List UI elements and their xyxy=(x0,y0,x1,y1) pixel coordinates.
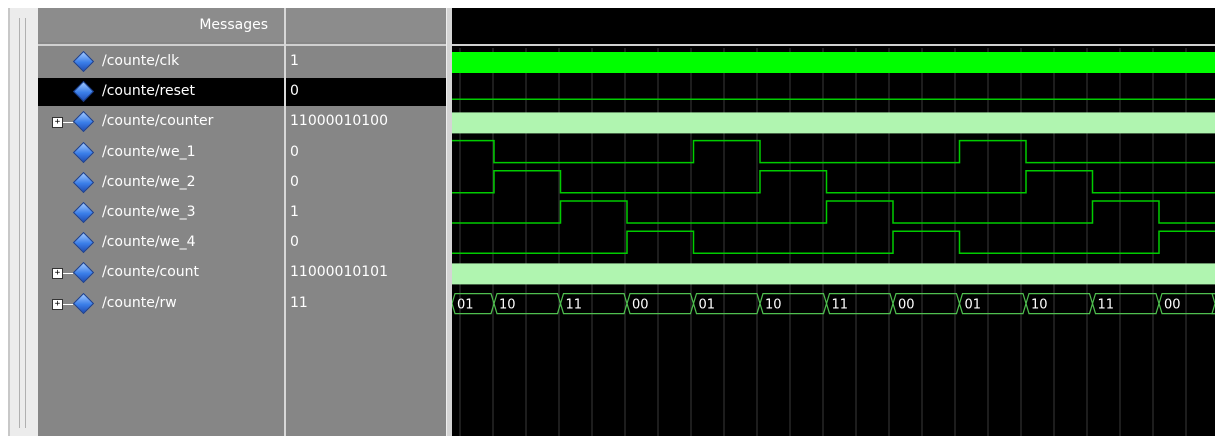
we4-wave xyxy=(452,230,1215,254)
drag-handle[interactable] xyxy=(19,18,26,428)
signal-row[interactable]: + /counte/counter xyxy=(38,108,284,136)
signal-values-pane: 1 0 11000010100 0 0 1 0 11000010101 11 xyxy=(284,8,448,436)
signal-row[interactable]: + /counte/rw xyxy=(38,290,284,318)
rw-bus-label: 11 xyxy=(1098,298,1115,313)
signal-diamond-icon xyxy=(72,81,95,103)
rw-bus-label: 10 xyxy=(499,298,516,313)
signal-row[interactable]: /counte/clk xyxy=(38,48,284,76)
rw-bus-label: 10 xyxy=(765,298,782,313)
rw-bus-label: 01 xyxy=(699,298,716,313)
rw-bus-label: 01 xyxy=(965,298,982,313)
we1-wave xyxy=(452,139,1215,164)
rw-bus-label: 00 xyxy=(1164,298,1181,313)
we3-wave xyxy=(452,200,1215,224)
clk-wave xyxy=(452,52,1215,73)
signal-names-pane: Messages /counte/clk/counte/reset + /count… xyxy=(38,8,284,436)
expand-icon[interactable]: + xyxy=(52,298,63,310)
counter-bus-wave xyxy=(452,112,1215,134)
we2-wave xyxy=(452,170,1215,194)
header-separator xyxy=(38,44,284,46)
signal-value-row[interactable]: 1 xyxy=(286,199,448,227)
signal-value-row[interactable]: 11000010100 xyxy=(286,108,448,136)
signal-value-row[interactable]: 11 xyxy=(286,290,448,318)
signal-diamond-icon xyxy=(72,141,95,163)
signal-value-row[interactable]: 1 xyxy=(286,48,448,76)
signal-name: /counte/we_3 xyxy=(102,204,196,220)
signal-value: 1 xyxy=(290,53,299,69)
signal-value: 0 xyxy=(290,143,299,160)
messages-header[interactable]: Messages xyxy=(38,8,284,42)
wave-header-band xyxy=(452,8,1215,44)
signal-value-row[interactable]: 11000010101 xyxy=(286,259,448,287)
rw-bus-label: 00 xyxy=(898,298,915,313)
waveform-pane[interactable]: 01 10 11 00 01 10 11 00 01 10 11 00 xyxy=(452,8,1215,436)
signal-name: /counte/clk xyxy=(102,53,180,69)
signal-name: /counte/rw xyxy=(102,294,177,311)
expand-icon[interactable]: + xyxy=(52,268,63,280)
signal-diamond-icon xyxy=(72,232,95,254)
rw-bus-label: 00 xyxy=(632,298,649,313)
signal-diamond-icon xyxy=(72,292,95,314)
values-header xyxy=(286,8,448,42)
signal-diamond-icon xyxy=(72,50,95,73)
signal-diamond-icon xyxy=(72,111,95,133)
tree-connector xyxy=(63,122,73,124)
signal-value-row[interactable]: 0 xyxy=(286,78,448,107)
rw-bus-label: 11 xyxy=(566,298,583,313)
signal-value-row[interactable]: 0 xyxy=(286,169,448,197)
count-bus-wave xyxy=(452,263,1215,285)
signal-name: /counte/we_4 xyxy=(102,234,196,251)
rw-bus-label: 10 xyxy=(1031,298,1048,313)
signal-value: 0 xyxy=(290,234,299,251)
signal-value-row[interactable]: 0 xyxy=(286,229,448,257)
signal-value: 0 xyxy=(290,173,299,190)
header-separator xyxy=(286,44,448,46)
signal-name: /counte/we_1 xyxy=(102,143,196,160)
signal-name: /counte/count xyxy=(102,264,200,281)
signal-diamond-icon xyxy=(72,262,95,284)
signal-value: 11000010100 xyxy=(290,113,388,130)
signal-row[interactable]: + /counte/count xyxy=(38,259,284,287)
expand-icon[interactable]: + xyxy=(52,117,63,129)
messages-header-label: Messages xyxy=(199,17,268,33)
waveform-canvas[interactable]: 01 10 11 00 01 10 11 00 01 10 11 00 xyxy=(452,8,1215,436)
wave-window: Messages /counte/clk/counte/reset + /count… xyxy=(8,8,1215,436)
signal-value: 11000010101 xyxy=(290,264,388,281)
signal-row[interactable]: /counte/we_1 xyxy=(38,139,284,167)
rw-bus-label: 01 xyxy=(457,298,474,313)
tree-connector xyxy=(63,273,73,275)
signal-row[interactable]: /counte/we_2 xyxy=(38,169,284,197)
signal-name: /counte/we_2 xyxy=(102,173,196,190)
tree-connector xyxy=(63,303,73,305)
wave-header-separator xyxy=(452,44,1215,46)
signal-row[interactable]: /counte/reset xyxy=(38,78,284,107)
signal-name: /counte/reset xyxy=(102,83,196,100)
signal-diamond-icon xyxy=(72,171,95,193)
rw-bus-segment xyxy=(1211,293,1215,315)
rw-bus-label: 11 xyxy=(832,298,849,313)
signal-value: 11 xyxy=(290,294,308,311)
signal-value: 1 xyxy=(290,204,299,220)
window-drag-strip[interactable] xyxy=(10,8,39,436)
signal-row[interactable]: /counte/we_4 xyxy=(38,229,284,257)
signal-value-row[interactable]: 0 xyxy=(286,139,448,167)
signal-row[interactable]: /counte/we_3 xyxy=(38,199,284,227)
signal-diamond-icon xyxy=(72,201,95,224)
signal-name: /counte/counter xyxy=(102,113,214,130)
signal-value: 0 xyxy=(290,83,299,100)
